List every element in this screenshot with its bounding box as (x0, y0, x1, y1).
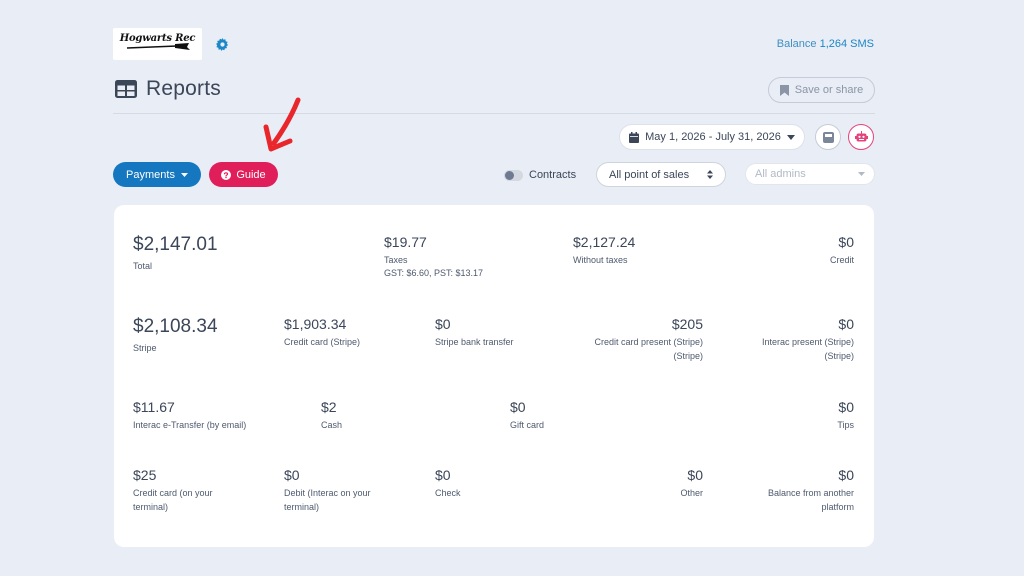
balance-value: 1,264 SMS (819, 38, 874, 50)
logo: Hogwarts Rec (113, 28, 202, 60)
stat-amount: $0 (435, 467, 451, 483)
stat-label: Balance from another (767, 488, 854, 498)
stat-label-line2: terminal) (284, 502, 320, 512)
stat-label: Total (133, 261, 153, 271)
stat-amount: $0 (510, 399, 526, 415)
header-divider (113, 113, 875, 114)
sort-arrows-icon (707, 170, 713, 179)
stat-amount: $1,903.34 (284, 316, 347, 332)
stat-cash: $2 Cash (321, 399, 342, 432)
stat-label: Interac e-Transfer (by email) (133, 420, 247, 430)
admins-placeholder: All admins (755, 168, 806, 180)
stat-stripe-bank-transfer: $0 Stripe bank transfer (435, 316, 514, 349)
stat-amount: $0 (838, 234, 854, 250)
stat-label: Cash (321, 420, 343, 430)
annotation-arrow-icon (263, 97, 301, 152)
stat-label-line2: (Stripe) (824, 351, 854, 361)
stat-taxes: $19.77 Taxes GST: $6.60, PST: $13.17 (384, 234, 483, 279)
contracts-toggle[interactable] (504, 170, 523, 181)
stat-label: Gift card (510, 420, 545, 430)
stat-interac-etransfer: $11.67 Interac e-Transfer (by email) (133, 399, 246, 432)
stat-label: Stripe (133, 343, 157, 353)
sms-balance[interactable]: Balance 1,264 SMS (777, 38, 874, 50)
stat-without-taxes: $2,127.24 Without taxes (573, 234, 635, 267)
stat-label: Without taxes (573, 255, 628, 265)
stat-label: Credit card (on your (133, 488, 213, 498)
stat-amount: $2,108.34 (133, 316, 218, 337)
stat-amount: $2 (321, 399, 337, 415)
report-summary-card: $2,147.01 Total $19.77 Taxes GST: $6.60,… (114, 205, 874, 547)
stat-amount: $19.77 (384, 234, 427, 250)
stat-label: Credit (829, 255, 854, 265)
stat-amount: $25 (133, 467, 157, 483)
stat-gift-card: $0 Gift card (510, 399, 544, 432)
stat-check: $0 Check (435, 467, 461, 500)
stat-credit: $0 Credit (830, 234, 854, 267)
stat-label: Interac present (Stripe) (761, 337, 854, 347)
guide-button[interactable]: Guide (209, 162, 278, 187)
balance-label: Balance (776, 38, 817, 50)
save-or-share-button[interactable]: Save or share (768, 77, 875, 103)
caret-down-icon (180, 172, 188, 177)
stat-detail: GST: $6.60, PST: $13.17 (384, 268, 484, 278)
date-range-picker[interactable]: May 1, 2026 - July 31, 2026 (619, 124, 805, 150)
stat-amount: $0 (687, 467, 703, 483)
stat-amount: $2,147.01 (133, 234, 218, 255)
point-of-sales-select[interactable]: All point of sales (596, 162, 726, 187)
robot-icon (854, 131, 868, 142)
caret-down-icon (858, 172, 865, 176)
stat-tips: $0 Tips (837, 399, 854, 432)
stat-label-line2: platform (821, 502, 854, 512)
stat-label: Credit card (Stripe) (284, 337, 361, 347)
stat-interac-present: $0 Interac present (Stripe) (Stripe) (762, 316, 854, 363)
stat-total: $2,147.01 Total (133, 234, 218, 273)
stat-other: $0 Other (680, 467, 703, 500)
calculator-icon (822, 131, 834, 143)
stat-label: Debit (Interac on your (284, 488, 371, 498)
stat-label: Check (435, 488, 461, 498)
page-title: Reports (146, 77, 221, 100)
stat-credit-card-terminal: $25 Credit card (on your terminal) (133, 467, 213, 514)
stat-label: Taxes (384, 255, 408, 265)
stat-amount: $2,127.24 (573, 234, 636, 250)
date-range-value: May 1, 2026 - July 31, 2026 (645, 131, 781, 143)
payments-label: Payments (126, 168, 175, 181)
question-circle-icon (221, 169, 232, 180)
stat-debit: $0 Debit (Interac on your terminal) (284, 467, 371, 514)
robot-assistant-button[interactable] (848, 124, 874, 150)
caret-down-icon (786, 134, 795, 140)
stat-amount: $0 (435, 316, 451, 332)
pos-select-value: All point of sales (609, 168, 690, 181)
calculator-button[interactable] (815, 124, 841, 150)
contracts-label: Contracts (529, 169, 577, 181)
calendar-icon (629, 131, 640, 143)
stat-balance-other-platform: $0 Balance from another platform (768, 467, 854, 514)
page-header: Reports (115, 77, 221, 101)
bookmark-icon (779, 84, 789, 96)
payments-dropdown-button[interactable]: Payments (113, 162, 201, 187)
broom-icon (126, 43, 190, 50)
table-icon (115, 80, 137, 98)
stat-label-line2: terminal) (133, 502, 169, 512)
gear-icon[interactable] (216, 38, 229, 51)
stat-amount: $0 (838, 399, 854, 415)
toggle-knob (505, 171, 514, 180)
stat-label: Other (680, 488, 703, 498)
stat-amount: $0 (838, 467, 854, 483)
stat-stripe: $2,108.34 Stripe (133, 316, 218, 355)
stat-amount: $11.67 (133, 399, 175, 415)
stat-amount: $0 (284, 467, 300, 483)
admins-select[interactable]: All admins (745, 163, 875, 185)
stat-amount: $205 (671, 316, 703, 332)
guide-label: Guide (236, 168, 266, 181)
stat-label: Tips (837, 420, 854, 430)
stat-amount: $0 (838, 316, 854, 332)
stat-label-line2: (Stripe) (673, 351, 703, 361)
stat-label: Credit card present (Stripe) (594, 337, 703, 347)
stat-credit-card-present: $205 Credit card present (Stripe) (Strip… (594, 316, 703, 363)
save-or-share-label: Save or share (794, 84, 864, 96)
stat-credit-card-stripe: $1,903.34 Credit card (Stripe) (284, 316, 360, 349)
stat-label: Stripe bank transfer (435, 337, 514, 347)
